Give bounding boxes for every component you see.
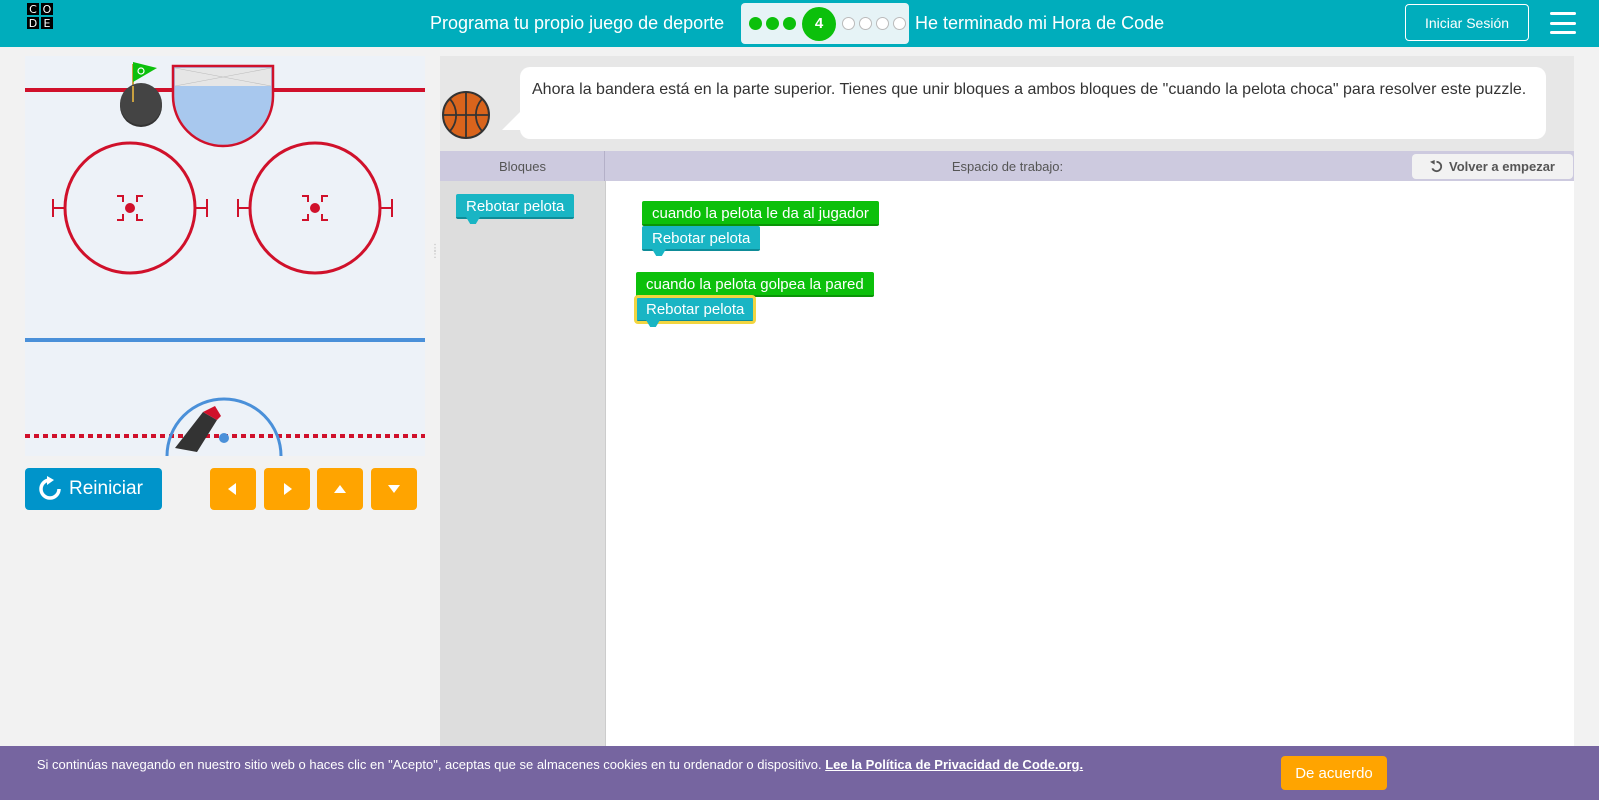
progress-dot-completed[interactable] bbox=[766, 17, 779, 30]
down-arrow-button[interactable] bbox=[371, 468, 417, 510]
basketball-icon bbox=[442, 91, 490, 139]
reset-button[interactable]: Reiniciar bbox=[25, 468, 162, 510]
reset-label: Reiniciar bbox=[69, 478, 143, 499]
progress-dot-remaining[interactable] bbox=[842, 17, 855, 30]
code-logo[interactable]: C O D E bbox=[26, 2, 68, 44]
finish-hour-of-code-link[interactable]: He terminado mi Hora de Code bbox=[915, 11, 1164, 35]
event-block-ball-hits-player[interactable]: cuando la pelota le da al jugador bbox=[642, 201, 879, 226]
logo-letter: O bbox=[40, 2, 54, 16]
left-arrow-button[interactable] bbox=[210, 468, 256, 510]
cookie-text: Si continúas navegando en nuestro sitio … bbox=[20, 756, 1100, 773]
action-block-bounce-ball-selected[interactable]: Rebotar pelota bbox=[633, 295, 757, 327]
game-canvas bbox=[25, 56, 425, 456]
block-label: cuando la pelota le da al jugador bbox=[652, 205, 869, 222]
hockey-rink bbox=[25, 56, 425, 456]
progress-dot-completed[interactable] bbox=[783, 17, 796, 30]
progress-dot-completed[interactable] bbox=[749, 17, 762, 30]
blockly-workspace[interactable]: cuando la pelota le da al jugador Rebota… bbox=[605, 181, 1574, 746]
logo-letter: C bbox=[26, 2, 40, 16]
block-label: Rebotar pelota bbox=[646, 301, 745, 318]
progress-dot-remaining[interactable] bbox=[893, 17, 906, 30]
toolbox: Rebotar pelota bbox=[440, 181, 605, 746]
undo-icon bbox=[1430, 160, 1443, 173]
logo-letter bbox=[54, 16, 68, 30]
up-arrow-button[interactable] bbox=[317, 468, 363, 510]
progress-dot-remaining[interactable] bbox=[876, 17, 889, 30]
left-arrow-icon bbox=[228, 483, 236, 495]
block-label: Rebotar pelota bbox=[466, 198, 565, 215]
right-arrow-button[interactable] bbox=[264, 468, 310, 510]
resize-handle[interactable]: ⋮ ⋮ bbox=[430, 244, 440, 266]
action-block-bounce-ball[interactable]: Rebotar pelota bbox=[642, 226, 761, 256]
right-arrow-icon bbox=[284, 483, 292, 495]
block-label: cuando la pelota golpea la pared bbox=[646, 276, 864, 293]
privacy-policy-link[interactable]: Lee la Política de Privacidad de Code.or… bbox=[825, 757, 1083, 772]
game-controls: Reiniciar bbox=[25, 468, 425, 510]
progress-dot-current[interactable]: 4 bbox=[802, 6, 836, 41]
toolbox-header: Bloques bbox=[499, 158, 546, 174]
start-over-label: Volver a empezar bbox=[1449, 159, 1555, 174]
up-arrow-icon bbox=[334, 485, 346, 493]
down-arrow-icon bbox=[388, 485, 400, 493]
reset-icon bbox=[39, 476, 61, 500]
header-title[interactable]: Programa tu propio juego de deporte bbox=[430, 11, 724, 35]
logo-letter: D bbox=[26, 16, 40, 30]
logo-letter: E bbox=[40, 16, 54, 30]
event-block-ball-hits-wall[interactable]: cuando la pelota golpea la pared bbox=[636, 272, 874, 297]
level-progress: 4 bbox=[741, 3, 909, 44]
workspace-title: Espacio de trabajo: bbox=[951, 158, 1064, 174]
cookie-banner: Si continúas navegando en nuestro sitio … bbox=[0, 746, 1599, 800]
signin-button[interactable]: Iniciar Sesión bbox=[1405, 4, 1529, 41]
toolbox-block-bounce-ball[interactable]: Rebotar pelota bbox=[456, 194, 575, 224]
cookie-message: Si continúas navegando en nuestro sitio … bbox=[36, 757, 822, 772]
start-over-button[interactable]: Volver a empezar bbox=[1412, 154, 1573, 179]
logo-letter bbox=[54, 2, 68, 16]
progress-dot-remaining[interactable] bbox=[859, 17, 872, 30]
cookie-accept-button[interactable]: De acuerdo bbox=[1281, 756, 1387, 790]
bubble-tail bbox=[502, 110, 522, 130]
hamburger-icon[interactable] bbox=[1550, 12, 1576, 34]
top-header: C O D E Programa tu propio juego de depo… bbox=[0, 0, 1599, 47]
instructions-text: Ahora la bandera está en la parte superi… bbox=[520, 67, 1546, 139]
block-label: Rebotar pelota bbox=[652, 230, 751, 247]
